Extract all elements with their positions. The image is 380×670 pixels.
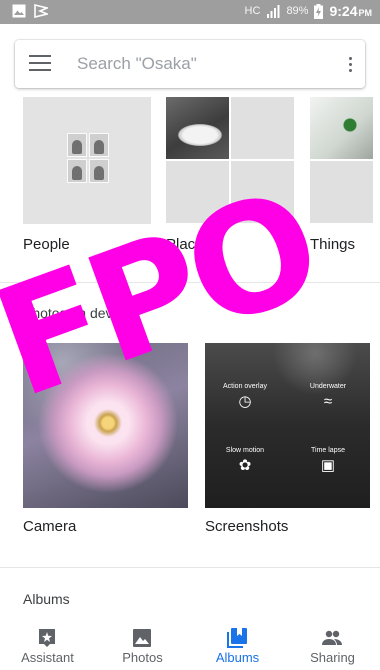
battery-percent: 89%: [286, 5, 309, 17]
signal-icon: [267, 4, 280, 18]
people-faces-icon: [67, 133, 109, 183]
camera-album-tile[interactable]: [23, 343, 188, 508]
camera-timelapse-icon: ▣: [320, 457, 336, 474]
people-category-tile[interactable]: [23, 97, 151, 224]
nav-sharing[interactable]: Sharing: [285, 620, 380, 670]
on-device-section-title: Photos on device: [23, 305, 131, 321]
carrier-label: HC: [244, 5, 261, 17]
albums-section-title: Albums: [23, 591, 70, 607]
image-notification-icon: [12, 4, 26, 18]
search-input[interactable]: [77, 52, 317, 76]
screenshot-preview-item: Time lapse ▣: [293, 447, 363, 474]
assistant-icon: [39, 629, 55, 647]
people-sharing-icon: [322, 630, 342, 645]
battery-charging-icon: [314, 3, 324, 19]
things-label: Things: [310, 236, 356, 253]
things-category-tile[interactable]: [310, 97, 380, 224]
places-thumbnail-empty: [166, 161, 229, 223]
gauge-icon: ◷: [238, 393, 252, 410]
albums-icon: [227, 628, 247, 648]
more-vert-icon[interactable]: [343, 52, 357, 76]
clock: 9:24PM: [329, 3, 372, 19]
section-divider: [0, 282, 380, 283]
places-label: Places: [166, 236, 212, 253]
nav-photos[interactable]: Photos: [95, 620, 190, 670]
water-icon: ≈: [323, 393, 333, 410]
screenshots-album-tile[interactable]: Action overlay ◷ Underwater ≈ Slow motio…: [205, 343, 370, 508]
search-bar[interactable]: [15, 40, 365, 88]
runner-icon: ✿: [238, 457, 252, 474]
hamburger-menu-icon[interactable]: [29, 55, 51, 73]
places-thumbnail-empty: [231, 97, 294, 159]
section-divider: [0, 567, 380, 568]
places-category-tile[interactable]: [166, 97, 294, 224]
screenshot-preview-item: Action overlay ◷: [210, 383, 280, 410]
camera-album-label: Camera: [23, 518, 77, 535]
screenshot-preview-item: Slow motion ✿: [210, 447, 280, 474]
bottom-navigation: Assistant Photos Albums Sharing: [0, 620, 380, 670]
nav-albums[interactable]: Albums: [190, 620, 285, 670]
screenshot-preview-item: Underwater ≈: [293, 383, 363, 410]
photo-icon: [133, 629, 151, 647]
places-thumbnail: [166, 97, 229, 159]
places-thumbnail-empty: [231, 161, 294, 223]
status-bar: HC 89% 9:24PM: [0, 0, 380, 24]
people-label: People: [23, 236, 70, 253]
screenshots-album-label: Screenshots: [205, 518, 289, 535]
things-thumbnail: [310, 97, 373, 159]
things-thumbnail-empty: [310, 161, 373, 223]
flag-notification-icon: [34, 4, 48, 18]
nav-assistant[interactable]: Assistant: [0, 620, 95, 670]
